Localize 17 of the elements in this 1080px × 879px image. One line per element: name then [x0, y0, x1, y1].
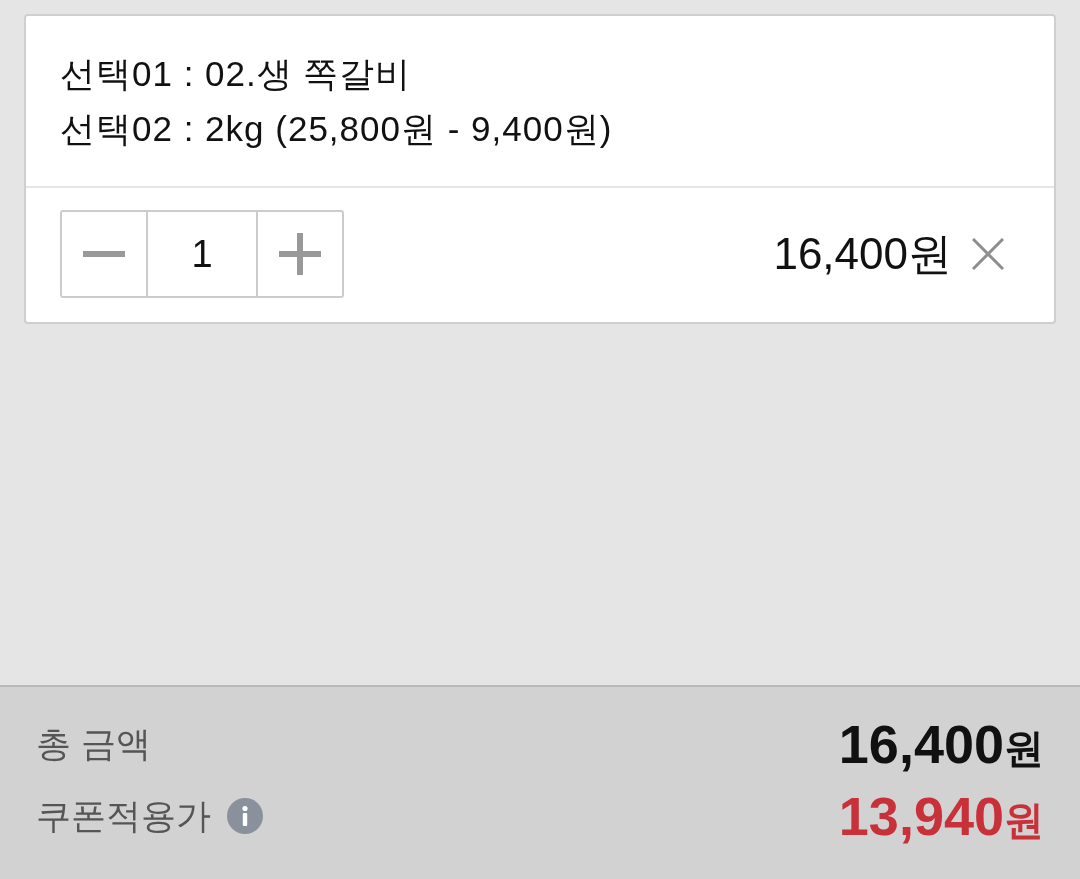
decrease-button[interactable]: [60, 210, 148, 298]
quantity-field[interactable]: 1: [146, 210, 258, 298]
currency-unit: 원: [1004, 797, 1044, 844]
remove-button[interactable]: [972, 238, 1004, 270]
option-text: 선택01 : 02.생 쪽갈비: [60, 53, 413, 95]
close-icon: [972, 238, 1004, 270]
summary-amount: 13,940: [838, 784, 1004, 848]
summary-label: 총 금액: [36, 722, 151, 765]
option-text: 선택02 : 2kg (25,800원 - 9,400원): [60, 108, 614, 150]
summary-amount: 16,400: [838, 712, 1004, 776]
info-icon[interactable]: [227, 798, 263, 834]
minus-icon: [83, 251, 125, 257]
plus-icon: [279, 233, 321, 275]
currency-unit: 원: [1004, 725, 1044, 772]
item-price: 16,400원: [773, 228, 952, 280]
summary-label: 쿠폰적용가: [36, 794, 211, 837]
increase-button[interactable]: [256, 210, 344, 298]
